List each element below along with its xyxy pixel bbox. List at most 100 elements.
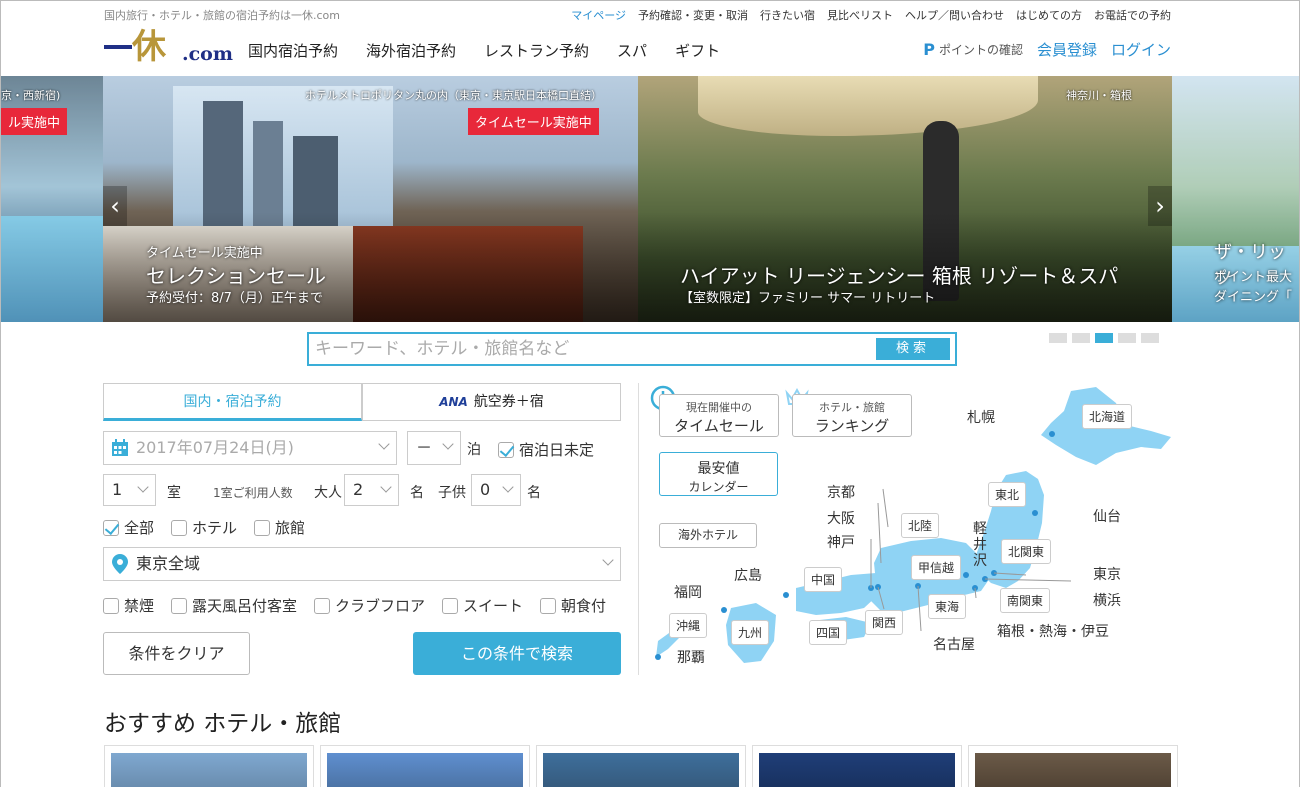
carousel-dot[interactable]	[1049, 333, 1067, 343]
type-hotel-checkbox[interactable]: ホテル	[171, 517, 237, 538]
city-naha[interactable]: 那覇	[677, 647, 705, 667]
hotel-image	[759, 753, 955, 787]
slide-hyatt-hakone[interactable]: 神奈川・箱根 ハイアット リージェンシー 箱根 リゾート＆スパ 【室数限定】ファ…	[638, 76, 1172, 322]
region-minamikanto[interactable]: 南関東	[1000, 588, 1051, 613]
hotel-card[interactable]	[536, 745, 746, 787]
city-hakone-atami-izu[interactable]: 箱根・熱海・伊豆	[997, 621, 1109, 641]
city-sapporo[interactable]: 札幌	[967, 407, 995, 427]
util-first-time[interactable]: はじめての方	[1016, 7, 1082, 23]
hotel-card[interactable]	[752, 745, 962, 787]
region-kyushu[interactable]: 九州	[731, 620, 770, 645]
slide-title: ハイアット リージェンシー 箱根 リゾート＆スパ	[680, 264, 1119, 288]
option-nonsmoking-checkbox[interactable]: 禁煙	[103, 595, 154, 616]
util-reservations[interactable]: 予約確認・変更・取消	[638, 7, 748, 23]
type-ryokan-checkbox[interactable]: 旅館	[254, 517, 305, 538]
hotel-card[interactable]	[320, 745, 530, 787]
adults-value: 2	[353, 480, 364, 499]
nav-overseas[interactable]: 海外宿泊予約	[366, 40, 456, 61]
slide-prev-peek[interactable]: 京・西新宿) ル実施中	[1, 76, 103, 322]
nav-restaurant[interactable]: レストラン予約	[484, 40, 589, 61]
adults-label: 大人	[314, 485, 342, 501]
account-nav: P ポイントの確認 会員登録 ログイン	[923, 39, 1171, 60]
util-wishlist[interactable]: 行きたい宿	[760, 7, 815, 23]
region-shikoku[interactable]: 四国	[809, 620, 848, 645]
checkbox-label: ホテル	[192, 519, 238, 537]
keyword-input[interactable]	[315, 338, 875, 360]
children-unit: 名	[527, 485, 541, 501]
clear-conditions-button[interactable]: 条件をクリア	[103, 632, 250, 675]
persons-label: 1室ご利用人数	[213, 486, 293, 500]
slide-next-peek[interactable]: ザ・リッツ ポイント最大 ダイニング「	[1172, 76, 1299, 322]
city-hiroshima[interactable]: 広島	[734, 565, 762, 585]
nav-gift[interactable]: ギフト	[675, 40, 720, 61]
region-tokai[interactable]: 東海	[928, 594, 967, 619]
type-all-checkbox[interactable]: 全部	[103, 517, 154, 538]
logo-suffix: .com	[182, 43, 233, 65]
register-link[interactable]: 会員登録	[1037, 39, 1097, 60]
city-kobe[interactable]: 神戸	[827, 532, 855, 552]
region-kitakanto[interactable]: 北関東	[1001, 539, 1052, 564]
sale-badge: タイムセール実施中	[468, 108, 599, 135]
region-okinawa[interactable]: 沖縄	[669, 613, 708, 638]
search-submit-button[interactable]: この条件で検索	[413, 632, 621, 675]
nights-value: －	[416, 438, 433, 457]
option-suite-checkbox[interactable]: スイート	[442, 595, 523, 616]
rooms-select[interactable]: 1	[103, 474, 156, 506]
util-compare[interactable]: 見比べリスト	[827, 7, 893, 23]
carousel-dot[interactable]	[1141, 333, 1159, 343]
rooms-value: 1	[112, 480, 123, 499]
hotel-card[interactable]	[104, 745, 314, 787]
region-kansai[interactable]: 関西	[865, 610, 904, 635]
city-nagoya[interactable]: 名古屋	[933, 634, 975, 654]
children-label: 子供	[438, 485, 466, 501]
area-select[interactable]: 東京全域	[103, 547, 621, 581]
region-koshinetsu[interactable]: 甲信越	[911, 555, 962, 580]
login-link[interactable]: ログイン	[1111, 39, 1171, 60]
nights-select[interactable]: －	[407, 431, 461, 465]
city-fukuoka[interactable]: 福岡	[674, 582, 702, 602]
section-divider	[638, 383, 639, 675]
city-sendai[interactable]: 仙台	[1093, 506, 1121, 526]
city-osaka[interactable]: 大阪	[827, 508, 855, 528]
children-select[interactable]: 0	[471, 474, 521, 506]
checkbox-icon	[314, 597, 330, 614]
util-mypage[interactable]: マイページ	[571, 7, 626, 23]
chevron-down-icon	[442, 438, 454, 450]
region-hokuriku[interactable]: 北陸	[901, 513, 940, 538]
checkin-date-select[interactable]: 2017年07月24日(月)	[103, 431, 397, 465]
keyword-search-button[interactable]: 検索	[876, 338, 950, 360]
region-chugoku[interactable]: 中国	[804, 567, 843, 592]
slide-note: ダイニング「	[1214, 290, 1293, 305]
option-open-air-bath-checkbox[interactable]: 露天風呂付客室	[171, 595, 297, 616]
slide-location: ホテルメトロポリタン丸の内（東京・東京駅日本橋口直結）	[305, 89, 602, 102]
carousel-next-button[interactable]: ›	[1148, 186, 1172, 226]
region-hokkaido[interactable]: 北海道	[1082, 404, 1133, 429]
option-club-floor-checkbox[interactable]: クラブフロア	[314, 595, 425, 616]
util-phone[interactable]: お電話での予約	[1094, 7, 1171, 23]
slide-selection-sale[interactable]: ホテルメトロポリタン丸の内（東京・東京駅日本橋口直結） タイムセール実施中 タイ…	[103, 76, 638, 322]
nav-spa[interactable]: スパ	[617, 40, 647, 61]
tab-ana-flight-hotel[interactable]: ANA 航空券＋宿	[362, 383, 621, 421]
date-undecided-checkbox[interactable]: 宿泊日未定	[498, 439, 594, 460]
area-value: 東京全域	[136, 554, 201, 573]
region-tohoku[interactable]: 東北	[988, 482, 1027, 507]
carousel-dot[interactable]	[1118, 333, 1136, 343]
checkbox-label: クラブフロア	[335, 597, 426, 615]
checkbox-label: 旅館	[275, 519, 306, 537]
site-logo[interactable]: 休 .com	[104, 27, 233, 67]
points-link[interactable]: P ポイントの確認	[923, 40, 1023, 59]
carousel-dot[interactable]	[1072, 333, 1090, 343]
city-karuizawa[interactable]: 軽井沢	[973, 521, 987, 569]
site-tagline: 国内旅行・ホテル・旅館の宿泊予約は一休.com	[104, 9, 340, 22]
tab-domestic-stay[interactable]: 国内・宿泊予約	[103, 383, 362, 421]
city-tokyo[interactable]: 東京	[1093, 564, 1121, 584]
carousel-dot-active[interactable]	[1095, 333, 1113, 343]
option-breakfast-checkbox[interactable]: 朝食付	[540, 595, 606, 616]
hotel-card[interactable]	[968, 745, 1178, 787]
util-help[interactable]: ヘルプ／問い合わせ	[905, 7, 1004, 23]
city-kyoto[interactable]: 京都	[827, 482, 855, 502]
carousel-prev-button[interactable]: ‹	[103, 186, 127, 226]
adults-select[interactable]: 2	[344, 474, 399, 506]
city-yokohama[interactable]: 横浜	[1093, 590, 1121, 610]
nav-domestic[interactable]: 国内宿泊予約	[248, 40, 338, 61]
